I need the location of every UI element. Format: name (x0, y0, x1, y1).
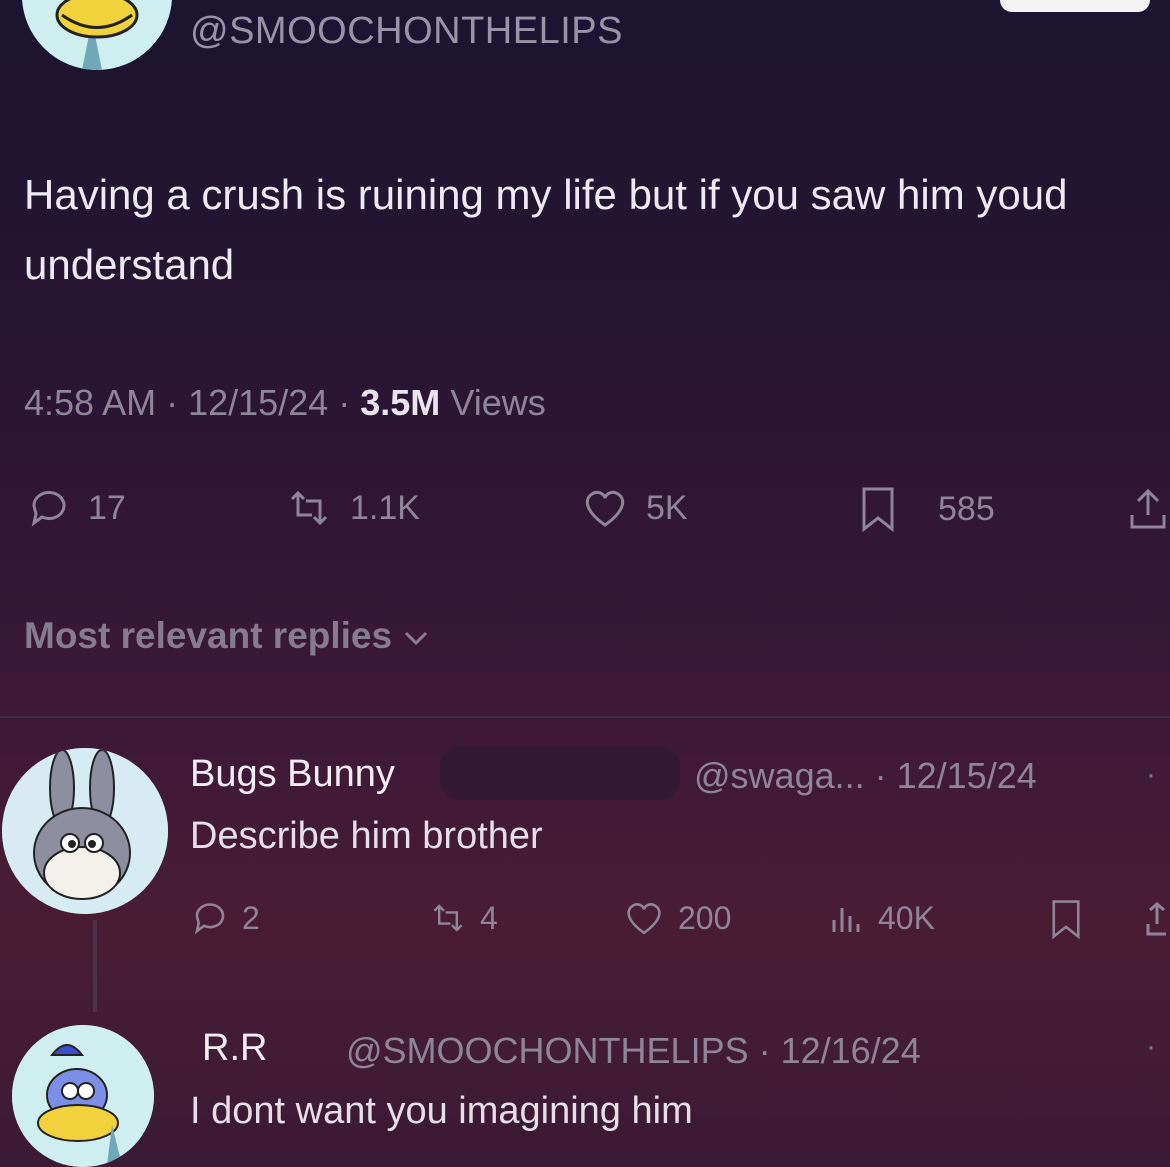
share-icon (1130, 488, 1166, 529)
repost-icon (433, 904, 463, 932)
reply2-name[interactable]: R.R (202, 1027, 267, 1070)
redaction-mark (440, 746, 680, 800)
follow-button[interactable] (1000, 0, 1150, 12)
divider (0, 716, 1170, 718)
reply1-repost-button[interactable]: 4 (428, 898, 498, 938)
author-handle[interactable]: @SMOOCHONTHELIPS (190, 10, 623, 53)
reply2-handle-date[interactable]: @SMOOCHONTHELIPS · 12/16/24 (346, 1030, 921, 1072)
reply1-reply-count: 2 (242, 899, 260, 936)
like-icon (627, 903, 661, 935)
reply-button[interactable]: 17 (26, 485, 126, 531)
bookmark-button[interactable]: 585 (858, 485, 995, 533)
reply1-more-icon[interactable]: · (1146, 758, 1156, 792)
repost-count: 1.1K (350, 488, 420, 527)
reply1-like-count: 200 (678, 899, 732, 936)
road-runner-avatar-icon (12, 1025, 154, 1167)
views-icon (832, 908, 860, 932)
reply-icon (194, 903, 225, 935)
like-icon (585, 490, 625, 527)
author-avatar[interactable] (22, 0, 172, 70)
reply1-handle-date[interactable]: @swaga... · 12/15/24 (694, 755, 1037, 797)
reply1-avatar[interactable] (2, 748, 168, 914)
tweet-date: 12/15/24 (188, 382, 329, 423)
reply-count: 17 (88, 488, 126, 527)
reply1-views-button[interactable]: 40K (826, 898, 935, 938)
road-runner-avatar-icon (22, 0, 172, 70)
reply1-text: Describe him brother (190, 815, 543, 857)
reply1-bookmark-button[interactable] (1048, 898, 1084, 940)
tweet-views-count: 3.5M (360, 382, 441, 423)
bugs-bunny-avatar-icon (2, 748, 168, 914)
reply1-repost-count: 4 (480, 899, 498, 936)
thread-connector (93, 920, 97, 1012)
reply2-more-icon[interactable]: · (1146, 1030, 1156, 1064)
bookmark-icon (1052, 900, 1080, 940)
tweet-meta: 4:58 AM · 12/15/24 · 3.5M Views (24, 382, 546, 423)
repost-icon (290, 490, 328, 526)
tweet-text: Having a crush is ruining my life but if… (24, 171, 1068, 288)
reply1-share-button[interactable] (1144, 898, 1170, 940)
reply1-name[interactable]: Bugs Bunny (190, 753, 395, 796)
tweet-views-label: Views (450, 382, 546, 423)
like-button[interactable]: 5K (580, 485, 688, 531)
reply1-views-count: 40K (878, 899, 935, 936)
repost-button[interactable]: 1.1K (284, 485, 420, 531)
reply1-like-button[interactable]: 200 (622, 898, 731, 938)
chevron-down-icon (405, 632, 428, 646)
replies-sort-dropdown[interactable]: Most relevant replies (24, 615, 430, 657)
tweet-time: 4:58 AM (24, 382, 157, 423)
reply1-actions: 2 4 200 40K (0, 898, 1170, 942)
reply-icon (31, 491, 66, 527)
share-button[interactable] (1126, 485, 1170, 533)
bookmark-icon (862, 487, 894, 533)
reply1-reply-button[interactable]: 2 (190, 898, 260, 938)
share-icon (1146, 902, 1166, 936)
reply2-avatar[interactable] (12, 1025, 154, 1167)
tweet-actions: 17 1.1K 5K 585 (0, 485, 1170, 535)
like-count: 5K (646, 488, 688, 527)
bookmark-count: 585 (938, 489, 995, 528)
replies-sort-label: Most relevant replies (24, 615, 393, 656)
reply2-text: I dont want you imagining him (190, 1090, 693, 1132)
